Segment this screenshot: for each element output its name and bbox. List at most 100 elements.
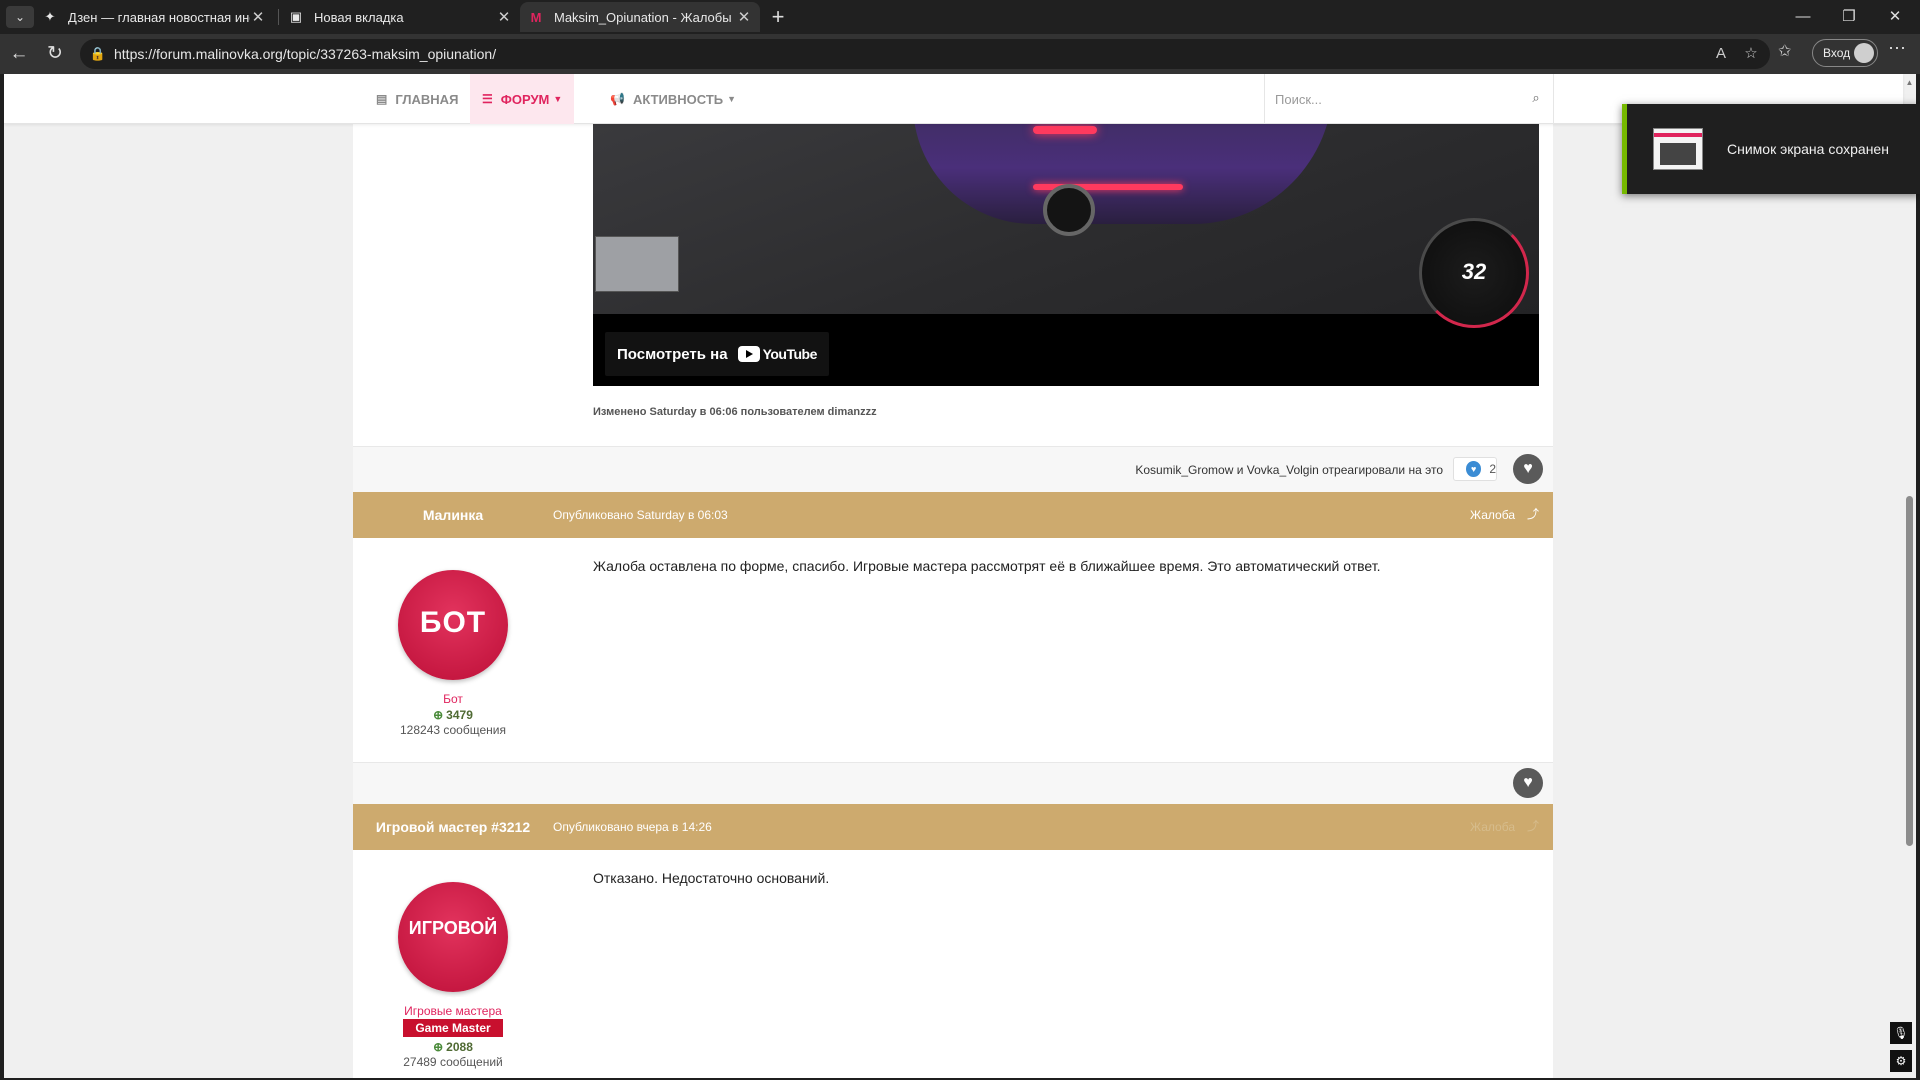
- favorite-star-icon[interactable]: ☆: [1740, 44, 1762, 64]
- nav-activity-label: АКТИВНОСТЬ: [632, 91, 724, 107]
- game-master-badge: Game Master: [403, 1019, 503, 1037]
- more-menu-icon[interactable]: ⋯: [1888, 38, 1906, 59]
- youtube-play-icon: [737, 346, 760, 362]
- address-bar[interactable]: 🔒 https://forum.malinovka.org/topic/3372…: [80, 39, 1770, 69]
- site-navigation: ▤ ГЛАВНАЯ ☰ ФОРУМ ▼ 📢 АКТИВНОСТЬ ▼ ⌕: [4, 74, 1903, 124]
- document-icon: ▤: [376, 92, 388, 106]
- site-info-icon[interactable]: 🔒: [88, 44, 108, 64]
- list-icon: ☰: [482, 92, 493, 106]
- toast-message: Снимок экрана сохранен: [1727, 141, 1889, 157]
- watch-label: Посмотреть на: [617, 345, 728, 363]
- edited-note: Изменено Saturday в 06:06 пользователем …: [593, 406, 877, 418]
- video-wheel: [1043, 184, 1095, 236]
- watch-on-youtube-button[interactable]: Посмотреть на YouTube: [605, 332, 829, 376]
- youtube-logo: YouTube: [737, 346, 818, 362]
- avatar-icon: [1854, 43, 1874, 63]
- nav-forum[interactable]: ☰ ФОРУМ ▼: [470, 74, 575, 124]
- user-reputation: ⊕ 3479: [353, 708, 553, 722]
- post-date[interactable]: Опубликовано Saturday в 06:03: [553, 508, 728, 522]
- video-speedometer: 32: [1419, 218, 1529, 328]
- share-icon[interactable]: ⤴: [1527, 817, 1539, 834]
- avatar-text: ИГРОВОЙ МАСТЕР: [398, 918, 508, 1014]
- video-frame: 32: [593, 124, 1539, 328]
- search-input[interactable]: [1265, 74, 1517, 124]
- post-header: Малинка Опубликовано Saturday в 06:03 Жа…: [353, 492, 1553, 538]
- reload-icon[interactable]: ↻: [42, 41, 68, 67]
- new-tab-button[interactable]: +: [765, 4, 791, 30]
- close-tab-icon[interactable]: ✕: [250, 8, 266, 26]
- plus-circle-icon: ⊕: [433, 708, 444, 722]
- overlay-settings-icon[interactable]: ⚙: [1890, 1050, 1912, 1072]
- reputation-value: 3479: [446, 708, 473, 722]
- login-label: Вход: [1823, 46, 1851, 60]
- report-link[interactable]: Жалоба: [1470, 820, 1515, 834]
- react-heart-button[interactable]: ♥: [1513, 768, 1543, 798]
- close-tab-icon[interactable]: ✕: [496, 8, 512, 26]
- screenshot-saved-toast[interactable]: Снимок экрана сохранен: [1622, 104, 1920, 194]
- youtube-wordmark: YouTube: [762, 346, 818, 362]
- screenshot-thumbnail: [1653, 128, 1703, 170]
- post-date[interactable]: Опубликовано вчера в 14:26: [553, 820, 712, 834]
- megaphone-icon: 📢: [610, 92, 625, 106]
- caret-down-icon: ▼: [727, 94, 737, 104]
- post-author[interactable]: Малинка: [353, 492, 553, 538]
- post-body: БОТ Бот ⊕ 3479 128243 сообщения Жалоба ос…: [353, 538, 1553, 737]
- microphone-icon[interactable]: 🎙: [1890, 1022, 1912, 1044]
- malinovka-icon: M: [530, 9, 542, 25]
- post-body: ИГРОВОЙ МАСТЕР Игровые мастера Game Maste…: [353, 850, 1553, 1078]
- avatar[interactable]: ИГРОВОЙ МАСТЕР: [398, 882, 508, 1014]
- avatar-text-line1: ИГРОВОЙ: [408, 918, 498, 938]
- avatar-text: БОТ: [419, 606, 487, 639]
- user-post-count: 27489 сообщений: [403, 1055, 503, 1069]
- page-viewport: ▤ ГЛАВНАЯ ☰ ФОРУМ ▼ 📢 АКТИВНОСТЬ ▼ ⌕: [4, 74, 1916, 1078]
- browser-tab-bar: ⌄ ✦ Дзен — главная новостная инф ✕ ▣ Нов…: [0, 0, 1920, 34]
- scroll-up-icon[interactable]: ▲: [1905, 78, 1914, 87]
- tab-actions-menu-button[interactable]: ⌄: [6, 6, 34, 28]
- topic-content: 32 Посмотреть на YouTube Изменено Saturd…: [353, 124, 1553, 1078]
- plus-circle-icon: ⊕: [433, 1040, 444, 1054]
- tab-dzen[interactable]: ✦ Дзен — главная новостная инф ✕: [34, 2, 274, 32]
- youtube-embed[interactable]: 32 Посмотреть на YouTube: [593, 124, 1539, 386]
- minimize-icon[interactable]: —: [1780, 0, 1826, 34]
- close-window-icon[interactable]: ✕: [1872, 0, 1918, 34]
- close-tab-icon[interactable]: ✕: [736, 8, 752, 26]
- profile-login-button[interactable]: Вход: [1812, 39, 1878, 67]
- post-author[interactable]: Игровой мастер #3212: [353, 804, 553, 850]
- search-icon[interactable]: ⌕: [1527, 90, 1545, 108]
- caret-down-icon: ▼: [553, 94, 563, 104]
- post-reactions-bar: ♥: [353, 762, 1553, 804]
- post-text: Отказано. Недостаточно оснований.: [593, 870, 830, 886]
- post-reactions-bar: Kosumik_Gromow и Vovka_Volgin отреагиров…: [353, 446, 1553, 492]
- url-text[interactable]: https://forum.malinovka.org/topic/337263…: [114, 46, 496, 62]
- nav-home-label: ГЛАВНАЯ: [395, 91, 459, 107]
- address-toolbar: ← ↻ 🔒 https://forum.malinovka.org/topic/…: [0, 34, 1920, 74]
- scrollbar-thumb[interactable]: [1906, 496, 1913, 846]
- post-header: Игровой мастер #3212 Опубликовано вчера …: [353, 804, 1553, 850]
- nav-home[interactable]: ▤ ГЛАВНАЯ: [364, 74, 470, 124]
- tab-title: Новая вкладка: [314, 9, 404, 25]
- user-reputation: ⊕ 2088: [353, 1040, 553, 1054]
- reaction-count: 2: [1489, 462, 1496, 476]
- read-aloud-icon[interactable]: A: [1710, 44, 1732, 64]
- reaction-count-badge[interactable]: ♥ 2: [1453, 457, 1497, 481]
- newtab-icon: ▣: [289, 9, 303, 24]
- user-role: Игровые мастера: [404, 1004, 502, 1018]
- report-link[interactable]: Жалоба: [1470, 508, 1515, 522]
- speed-value: 32: [1461, 259, 1487, 284]
- sparkle-icon: ✦: [44, 9, 56, 24]
- tab-forum-topic[interactable]: M Maksim_Opiunation - Жалобы на ✕: [520, 2, 760, 32]
- restore-icon[interactable]: ❐: [1826, 0, 1872, 34]
- share-icon[interactable]: ⤴: [1527, 505, 1539, 522]
- page-scrollbar[interactable]: ▲ ▼: [1903, 74, 1916, 1078]
- avatar[interactable]: БОТ: [398, 570, 508, 680]
- user-role: Бот: [443, 692, 463, 706]
- back-icon[interactable]: ←: [6, 41, 32, 67]
- reactions-text[interactable]: Kosumik_Gromow и Vovka_Volgin отреагиров…: [1135, 463, 1443, 477]
- post-text: Жалоба оставлена по форме, спасибо. Игро…: [593, 558, 1381, 574]
- nav-activity[interactable]: 📢 АКТИВНОСТЬ ▼: [598, 74, 748, 124]
- react-heart-button[interactable]: ♥: [1513, 454, 1543, 484]
- tab-new-tab[interactable]: ▣ Новая вкладка ✕: [280, 2, 520, 32]
- user-post-count: 128243 сообщения: [400, 723, 506, 737]
- favorites-icon[interactable]: ✩: [1778, 41, 1791, 61]
- video-brake-light: [1033, 126, 1097, 134]
